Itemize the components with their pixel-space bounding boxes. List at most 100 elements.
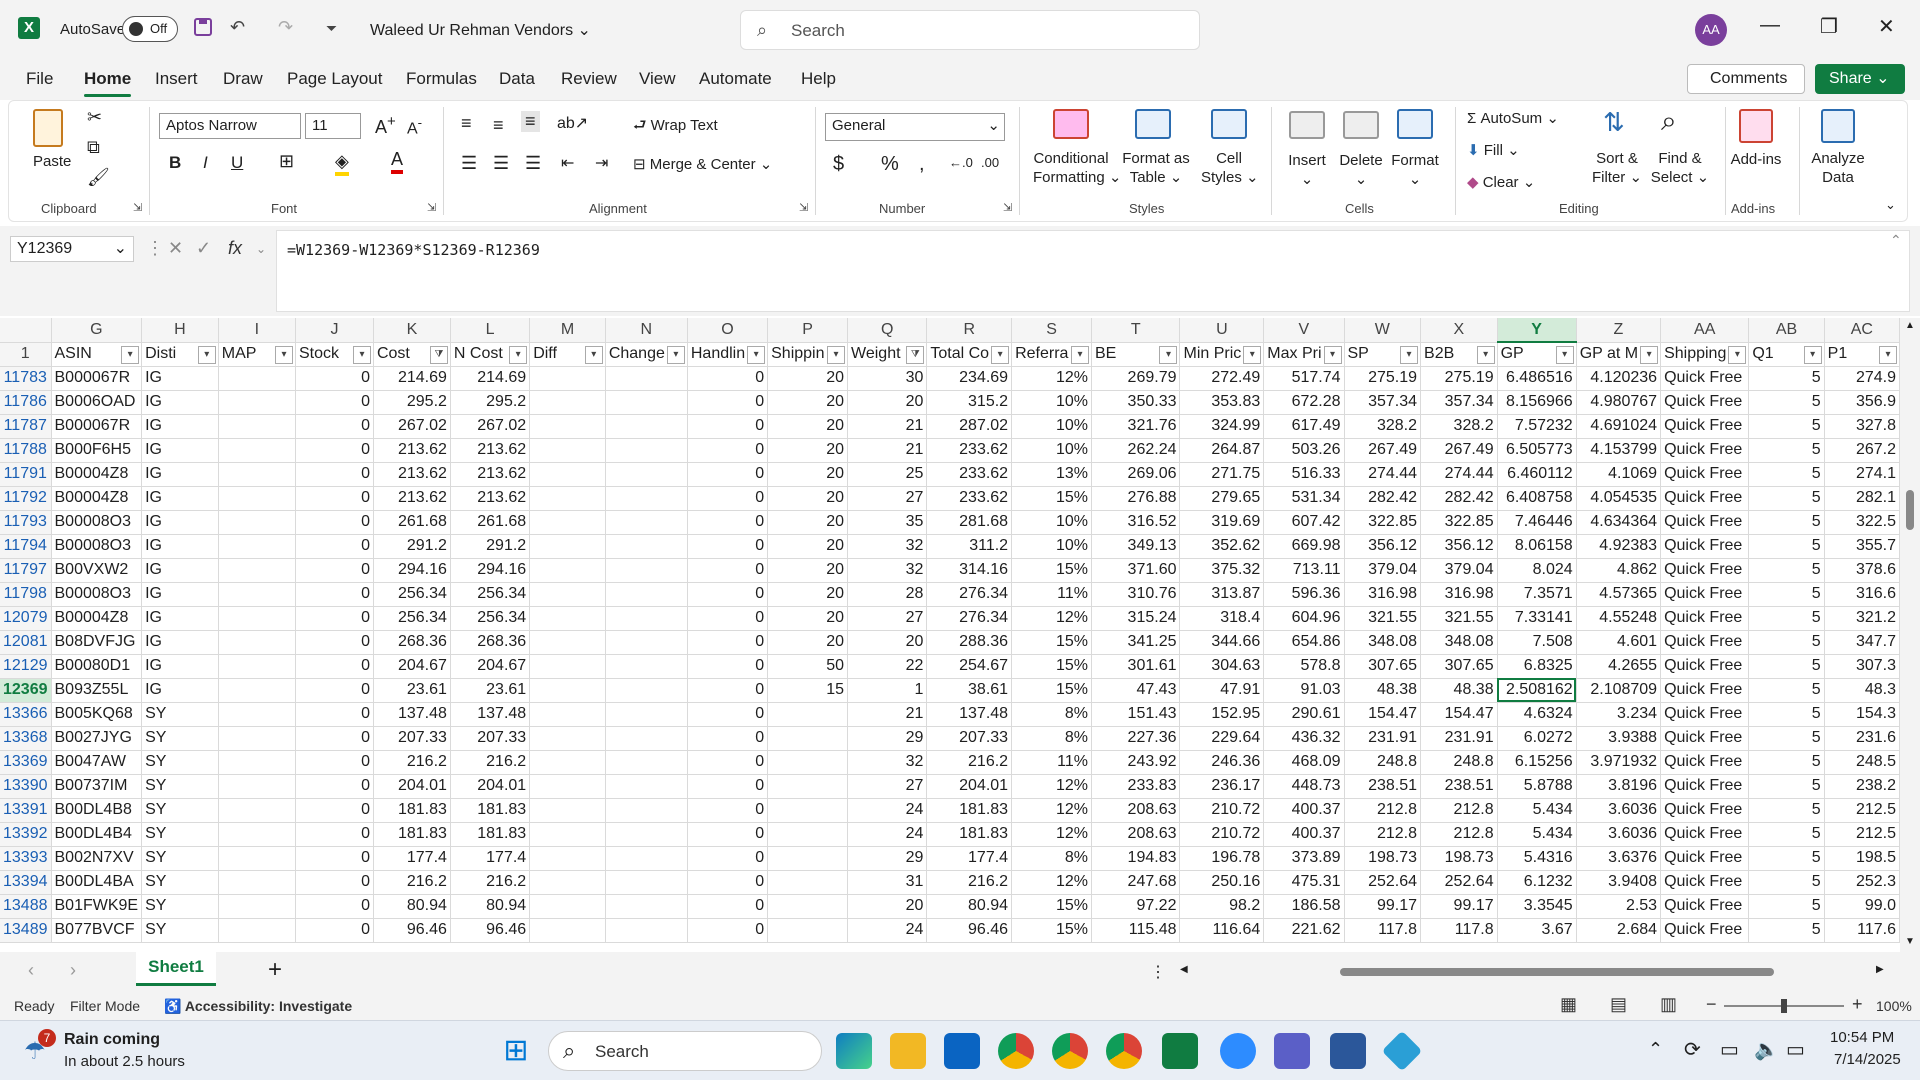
- cell[interactable]: 531.34: [1263, 486, 1345, 511]
- cell[interactable]: 275.19: [1420, 366, 1498, 391]
- cell[interactable]: [218, 510, 296, 535]
- cell[interactable]: 276.34: [926, 582, 1013, 607]
- cell[interactable]: 276.88: [1091, 486, 1181, 511]
- cell[interactable]: [767, 846, 849, 871]
- cell[interactable]: 248.5: [1824, 750, 1900, 775]
- cell[interactable]: B00004Z8: [51, 606, 143, 631]
- row-header[interactable]: 13391: [0, 798, 52, 823]
- filter-dropdown-icon[interactable]: ▾: [666, 345, 685, 364]
- redo-icon[interactable]: ↷: [278, 17, 293, 38]
- cell[interactable]: [605, 678, 688, 703]
- cell[interactable]: IG: [141, 582, 219, 607]
- cell[interactable]: 15%: [1011, 918, 1092, 943]
- cell[interactable]: 287.02: [926, 414, 1013, 439]
- cell[interactable]: 348.08: [1344, 630, 1422, 655]
- cell[interactable]: 311.2: [926, 534, 1013, 559]
- cell[interactable]: 243.92: [1091, 750, 1181, 775]
- align-middle-icon[interactable]: ≡: [493, 115, 504, 136]
- cell[interactable]: 7.57232: [1497, 414, 1577, 439]
- cell[interactable]: 238.2: [1824, 774, 1900, 799]
- cell[interactable]: 233.83: [1091, 774, 1181, 799]
- battery-icon[interactable]: ▭: [1786, 1037, 1805, 1062]
- chrome-icon[interactable]: [1052, 1033, 1088, 1069]
- cell[interactable]: 327.8: [1824, 414, 1900, 439]
- cell[interactable]: 213.62: [450, 486, 531, 511]
- cell[interactable]: 204.67: [373, 654, 451, 679]
- cell[interactable]: SY: [141, 846, 219, 871]
- cell[interactable]: B01FWK9E: [51, 894, 143, 919]
- table-header-cell[interactable]: B2B ▾: [1420, 342, 1498, 367]
- cell[interactable]: 307.3: [1824, 654, 1900, 679]
- cell[interactable]: 207.33: [373, 726, 451, 751]
- cell[interactable]: 22: [847, 654, 928, 679]
- cell[interactable]: 256.34: [373, 606, 451, 631]
- filter-dropdown-icon[interactable]: ▾: [584, 345, 603, 364]
- row-header[interactable]: 12129: [0, 654, 52, 679]
- cell[interactable]: 6.1232: [1497, 870, 1577, 895]
- cell[interactable]: [605, 582, 688, 607]
- zoom-in-icon[interactable]: +: [1852, 994, 1863, 1015]
- cell[interactable]: IG: [141, 654, 219, 679]
- cell[interactable]: [529, 534, 606, 559]
- cell[interactable]: 216.2: [373, 870, 451, 895]
- cell[interactable]: B08DVFJG: [51, 630, 143, 655]
- cell[interactable]: SY: [141, 750, 219, 775]
- cell[interactable]: 216.2: [926, 750, 1013, 775]
- cell[interactable]: B00VXW2: [51, 558, 143, 583]
- cell[interactable]: 4.1069: [1576, 462, 1662, 487]
- cell[interactable]: [767, 822, 849, 847]
- cell[interactable]: 212.8: [1344, 822, 1422, 847]
- cell[interactable]: [529, 630, 606, 655]
- cell[interactable]: 15%: [1011, 654, 1092, 679]
- cell[interactable]: 267.2: [1824, 438, 1900, 463]
- cell[interactable]: 0: [295, 534, 374, 559]
- clock-time[interactable]: 10:54 PM: [1830, 1029, 1894, 1046]
- cell[interactable]: 275.19: [1344, 366, 1422, 391]
- cell[interactable]: 318.4: [1179, 606, 1265, 631]
- cell[interactable]: 1: [847, 678, 928, 703]
- more-options-icon[interactable]: ⋮: [146, 238, 164, 259]
- comma-icon[interactable]: ,: [919, 153, 925, 176]
- cell[interactable]: 231.91: [1344, 726, 1422, 751]
- cell[interactable]: Quick Free: [1660, 414, 1750, 439]
- cell[interactable]: [529, 366, 606, 391]
- cell[interactable]: 256.34: [450, 606, 531, 631]
- horizontal-scrollbar[interactable]: ◀ ▶: [1180, 964, 1890, 978]
- cell[interactable]: 12%: [1011, 798, 1092, 823]
- cell[interactable]: 181.83: [373, 798, 451, 823]
- cell[interactable]: 252.64: [1420, 870, 1498, 895]
- cell[interactable]: 24: [847, 822, 928, 847]
- taskbar-search[interactable]: ⌕ Search: [548, 1031, 822, 1071]
- cell[interactable]: 350.33: [1091, 390, 1181, 415]
- cell[interactable]: 0: [295, 558, 374, 583]
- filter-dropdown-icon[interactable]: ▾: [274, 345, 293, 364]
- scroll-thumb[interactable]: [1906, 490, 1914, 530]
- cell[interactable]: Quick Free: [1660, 558, 1750, 583]
- cell[interactable]: [529, 582, 606, 607]
- cell[interactable]: 117.8: [1344, 918, 1422, 943]
- cell[interactable]: 181.83: [373, 822, 451, 847]
- cell[interactable]: 6.8325: [1497, 654, 1577, 679]
- cell[interactable]: Quick Free: [1660, 438, 1750, 463]
- cell[interactable]: B00080D1: [51, 654, 143, 679]
- cell[interactable]: 98.2: [1179, 894, 1265, 919]
- cell[interactable]: 28: [847, 582, 928, 607]
- cell[interactable]: 316.52: [1091, 510, 1181, 535]
- underline-icon[interactable]: U: [231, 153, 243, 173]
- cell[interactable]: 32: [847, 558, 928, 583]
- cell[interactable]: Quick Free: [1660, 774, 1750, 799]
- cell[interactable]: 0: [687, 822, 769, 847]
- cell[interactable]: 35: [847, 510, 928, 535]
- cell[interactable]: 4.862: [1576, 558, 1662, 583]
- cell[interactable]: 0: [295, 870, 374, 895]
- cell[interactable]: 137.48: [373, 702, 451, 727]
- cell[interactable]: 3.234: [1576, 702, 1662, 727]
- cell[interactable]: 379.04: [1420, 558, 1498, 583]
- cell[interactable]: 21: [847, 702, 928, 727]
- fill-button[interactable]: ⬇ Fill ⌄: [1467, 141, 1520, 159]
- cell[interactable]: IG: [141, 486, 219, 511]
- cell[interactable]: [218, 822, 296, 847]
- cell[interactable]: 0: [295, 774, 374, 799]
- cell[interactable]: 4.2655: [1576, 654, 1662, 679]
- weather-title[interactable]: Rain coming: [64, 1031, 160, 1049]
